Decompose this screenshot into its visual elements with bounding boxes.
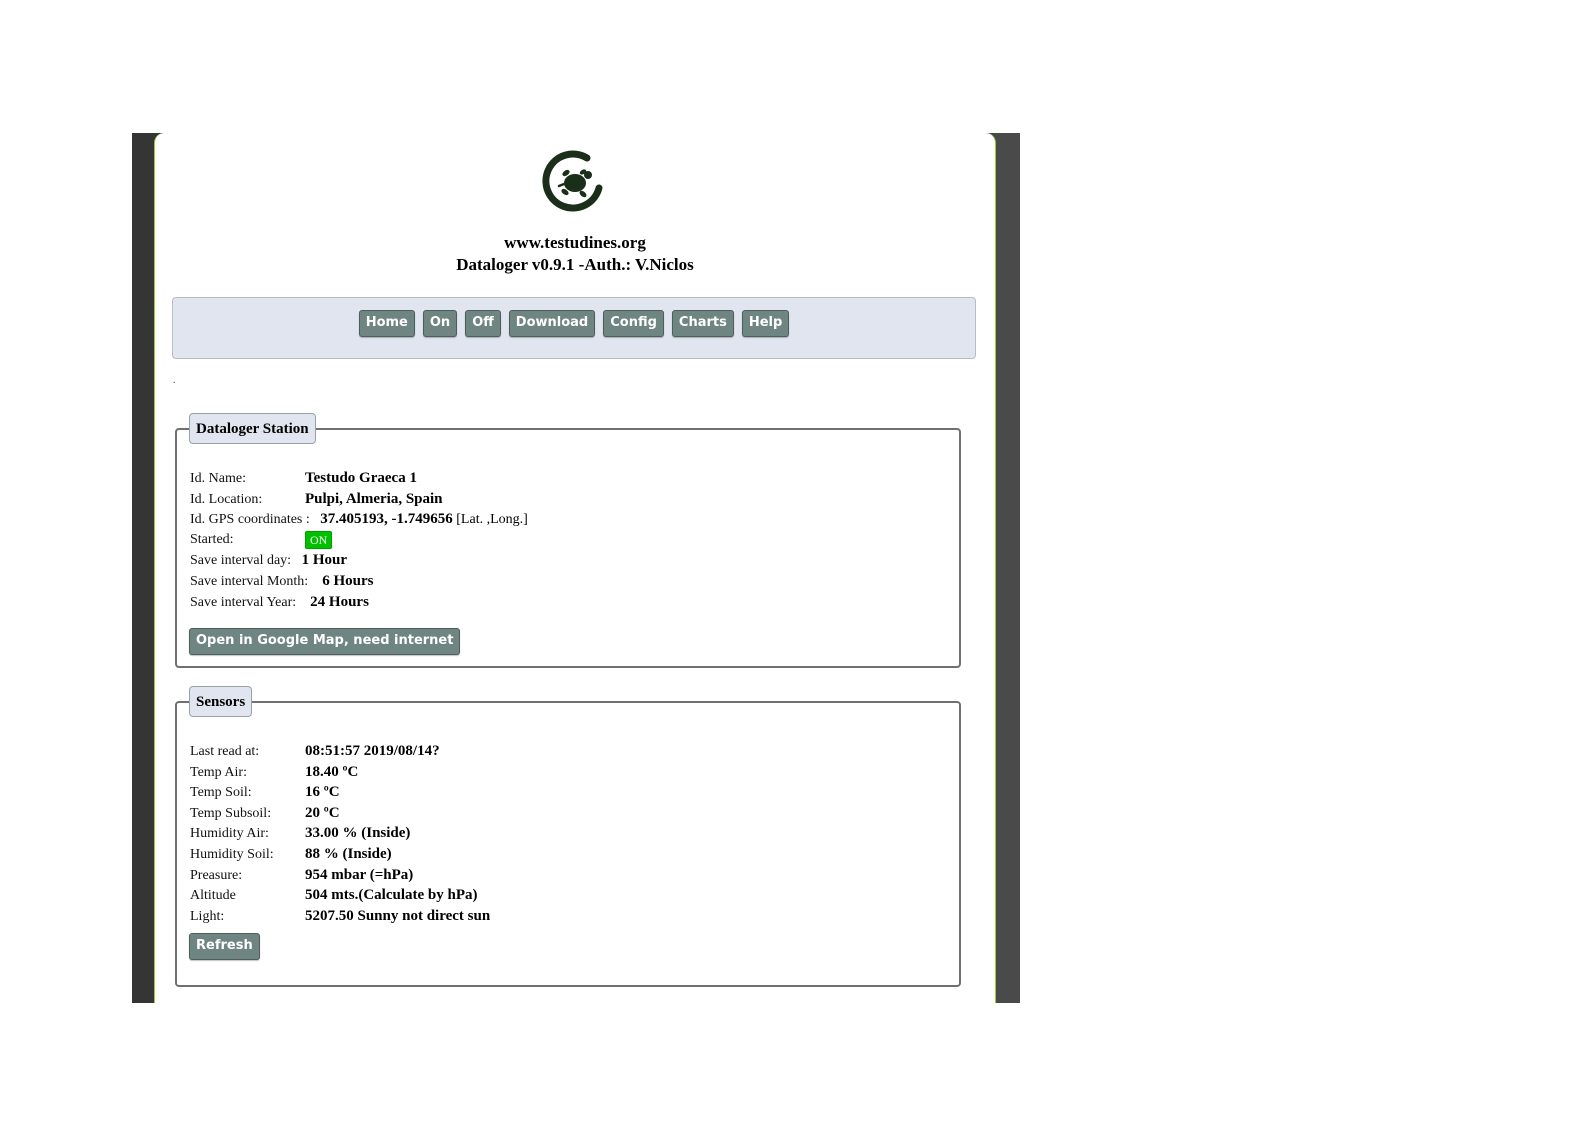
row-label: Save interval Month: [190,573,309,589]
row-label: Temp Soil: [190,785,252,801]
nav-bar: Home On Off Download Config Charts Help [172,297,976,359]
station-row-day: Save interval day: 1 Hour [190,550,528,571]
row-label: Started: [190,531,234,547]
help-button[interactable]: Help [741,310,790,337]
sensor-row-pressure: Preasure: 954 mbar (=hPa) [190,865,490,886]
sensors-fieldset: Sensors Last read at: 08:51:57 2019/08/14… [175,686,961,987]
config-button[interactable]: Config [603,310,664,337]
row-label: Altitude [190,888,236,904]
sensor-row-temp-air: Temp Air: 18.40 ºC [190,762,490,783]
sensor-row-temp-subsoil: Temp Subsoil: 20 ºC [190,803,490,824]
gps-suffix: [Lat. ,Long.] [456,512,528,528]
home-button[interactable]: Home [358,310,415,337]
charts-button[interactable]: Charts [671,310,734,337]
row-value: Pulpi, Almeria, Spain [305,490,443,507]
row-value: 1 Hour [301,552,347,569]
station-fieldset: Dataloger Station Id. Name: Testudo Graec… [175,413,961,668]
row-value: 504 mts.(Calculate by hPa) [305,887,478,904]
sensor-row-last-read: Last read at: 08:51:57 2019/08/14? [190,741,490,762]
row-label: Id. GPS coordinates : [190,512,310,528]
page-frame: www.testudines.org Dataloger v0.9.1 -Aut… [132,133,1020,1003]
station-row-year: Save interval Year: 24 Hours [190,592,528,613]
row-value: Testudo Graeca 1 [305,470,417,486]
app-version: Dataloger v0.9.1 -Auth.: V.Niclos [456,255,694,274]
row-value: 88 % (Inside) [305,845,392,862]
row-value: 6 Hours [322,572,374,589]
row-label: Temp Air: [190,764,247,780]
row-label: Humidity Soil: [190,846,274,862]
station-row-started: Started: ON [190,530,528,551]
row-label: Id. Location: [190,491,263,507]
sensor-row-altitude: Altitude 504 mts.(Calculate by hPa) [190,885,490,906]
row-label: Temp Subsoil: [190,805,272,821]
row-label: Save interval day: [190,553,292,569]
row-label: Preasure: [190,867,243,883]
row-value: 18.40 ºC [305,763,359,780]
main-panel: www.testudines.org Dataloger v0.9.1 -Aut… [154,133,996,1003]
row-label: Humidity Air: [190,826,269,842]
sensor-readings: Last read at: 08:51:57 2019/08/14? Temp A… [190,741,490,926]
row-label: Id. Name: [190,471,246,486]
row-value: 08:51:57 2019/08/14? [305,743,440,759]
refresh-button[interactable]: Refresh [189,933,260,960]
separator-dot: . [173,375,176,386]
off-button[interactable]: Off [465,310,501,337]
sensors-legend: Sensors [189,686,253,717]
gps-value: 37.405193, -1.749656 [320,511,453,528]
station-info: Id. Name: Testudo Graeca 1 Id. Location: P… [190,468,528,612]
row-value: 33.00 % (Inside) [305,825,411,842]
row-value: 16 ºC [305,784,340,801]
station-row-name: Id. Name: Testudo Graeca 1 [190,468,528,489]
download-button[interactable]: Download [508,310,596,337]
sensor-row-humidity-soil: Humidity Soil: 88 % (Inside) [190,844,490,865]
row-label: Save interval Year: [190,594,297,610]
turtle-logo-icon [542,150,603,212]
on-button[interactable]: On [422,310,458,337]
row-value: 20 ºC [305,804,340,821]
sensor-row-humidity-air: Humidity Air: 33.00 % (Inside) [190,823,490,844]
station-row-gps: Id. GPS coordinates : 37.405193, -1.7496… [190,509,528,530]
row-value: 24 Hours [310,593,369,610]
sensor-row-light: Light: 5207.50 Sunny not direct sun [190,906,490,927]
station-row-location: Id. Location: Pulpi, Almeria, Spain [190,489,528,510]
row-label: Last read at: [190,744,260,759]
sensor-row-temp-soil: Temp Soil: 16 ºC [190,782,490,803]
row-value: 954 mbar (=hPa) [305,866,414,883]
row-value: 5207.50 Sunny not direct sun [305,907,491,924]
station-legend: Dataloger Station [189,413,316,444]
station-row-month: Save interval Month: 6 Hours [190,571,528,592]
status-badge: ON [305,530,333,549]
site-url: www.testudines.org [504,233,646,252]
open-google-map-button[interactable]: Open in Google Map, need internet [189,628,461,655]
row-label: Light: [190,908,225,924]
